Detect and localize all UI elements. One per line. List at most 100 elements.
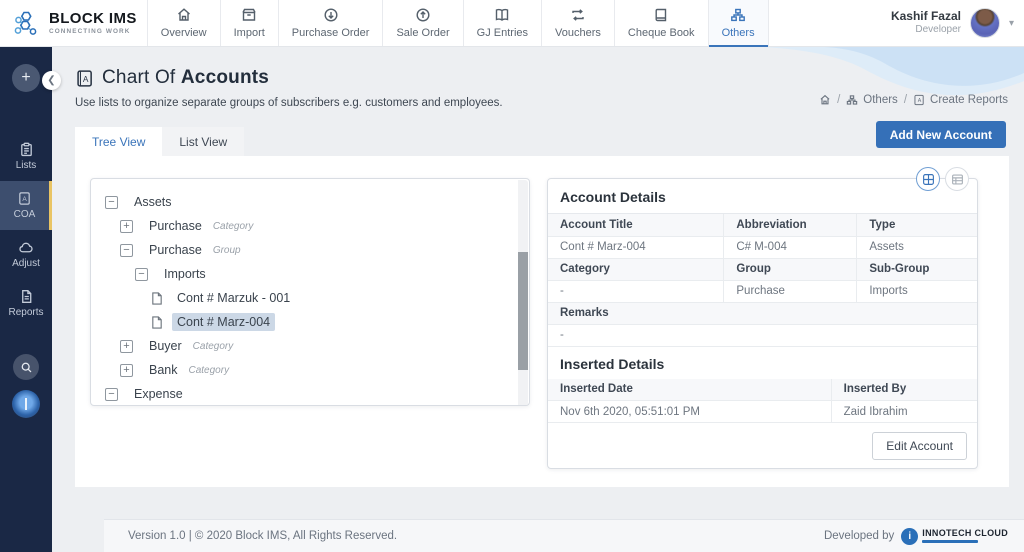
scrollbar-track[interactable]: [518, 180, 528, 406]
sidebar-item-label: COA: [14, 209, 36, 220]
breadcrumb-home[interactable]: [819, 94, 831, 106]
tree-node-label[interactable]: Bank: [144, 361, 183, 379]
type-label: Type: [857, 214, 977, 236]
nav-item-label: Cheque Book: [628, 27, 695, 39]
tree-node-purchase-group[interactable]: − Purchase Group: [91, 238, 529, 262]
inserted-details-table: Inserted Date Inserted By Nov 6th 2020, …: [548, 379, 977, 424]
account-title-label: Account Title: [548, 214, 724, 236]
collapse-toggle-icon[interactable]: −: [135, 268, 148, 281]
innotech-tagline-bar: [922, 540, 978, 543]
user-name: Kashif Fazal: [891, 10, 961, 24]
nav-item-import[interactable]: Import: [220, 0, 278, 46]
nav-item-others[interactable]: Others: [708, 0, 769, 46]
breadcrumb-separator: /: [837, 94, 840, 106]
repeat-icon: [570, 7, 586, 23]
user-menu[interactable]: Kashif Fazal Developer ▾: [891, 0, 1024, 46]
brand-subtitle: CONNECTING WORK: [49, 29, 137, 35]
sidebar-item-label: Lists: [16, 160, 37, 171]
tree-node-label[interactable]: Assets: [129, 193, 177, 211]
tab-tree-view[interactable]: Tree View: [75, 127, 162, 156]
breadcrumb-others[interactable]: Others: [846, 94, 898, 106]
expand-toggle-icon[interactable]: +: [120, 220, 133, 233]
breadcrumb-create-reports[interactable]: A Create Reports: [913, 94, 1008, 106]
top-navigation-bar: BLOCK IMS CONNECTING WORK Overview Impor…: [0, 0, 1024, 47]
tree-node-cont-marzuk-001[interactable]: Cont # Marzuk - 001: [91, 286, 529, 310]
expand-toggle-icon[interactable]: +: [120, 340, 133, 353]
developed-by-text: Developed by: [824, 530, 894, 542]
tree-node-purchase-category[interactable]: + Purchase Category: [91, 214, 529, 238]
expand-toggle-icon[interactable]: +: [120, 364, 133, 377]
svg-text:A: A: [22, 196, 27, 203]
account-details-title: Account Details: [548, 179, 977, 214]
tree-node-label[interactable]: Imports: [159, 265, 211, 283]
tree-node-type: Category: [193, 341, 234, 352]
innotech-cloud-logo[interactable]: i INNOTECH CLOUD: [901, 528, 1008, 545]
tree-node-label[interactable]: Cont # Marzuk - 001: [172, 289, 295, 307]
breadcrumb-label: Others: [863, 94, 898, 106]
group-value: Purchase: [724, 280, 857, 302]
tree-node-imports[interactable]: − Imports: [91, 262, 529, 286]
innotech-badge-icon[interactable]: [12, 390, 40, 418]
collapse-toggle-icon[interactable]: −: [105, 196, 118, 209]
nav-item-label: Vouchers: [555, 27, 601, 39]
cloud-icon: [18, 240, 34, 255]
nav-item-gj-entries[interactable]: GJ Entries: [463, 0, 541, 46]
inserted-details-title: Inserted Details: [548, 347, 977, 379]
add-button-circle[interactable]: +: [12, 64, 40, 92]
sidebar-item-coa[interactable]: A COA: [0, 181, 52, 230]
nav-item-sale-order[interactable]: Sale Order: [382, 0, 462, 46]
grid-view-button[interactable]: [916, 167, 940, 191]
svg-text:A: A: [918, 98, 922, 104]
abbreviation-label: Abbreviation: [724, 214, 857, 236]
category-label: Category: [548, 258, 724, 280]
tree-node-label[interactable]: Expense: [129, 385, 188, 403]
tree-node-label[interactable]: Buyer: [144, 337, 187, 355]
tree-node-label[interactable]: Purchase: [144, 217, 207, 235]
table-header-row: Account Title Abbreviation Type: [548, 214, 977, 236]
sidebar-item-reports[interactable]: Reports: [0, 279, 52, 328]
tree-node-buyer-category[interactable]: + Buyer Category: [91, 334, 529, 358]
tree-node-cont-marz-004[interactable]: Cont # Marz-004: [91, 310, 529, 334]
arrow-up-circle-icon: [415, 7, 431, 23]
sidebar-item-label: Reports: [8, 307, 43, 318]
scrollbar-thumb[interactable]: [518, 252, 528, 370]
sidebar-item-lists[interactable]: Lists: [0, 132, 52, 181]
tree-node-assets[interactable]: − Assets: [91, 190, 529, 214]
nav-item-overview[interactable]: Overview: [147, 0, 220, 46]
page-subtitle: Use lists to organize separate groups of…: [75, 97, 503, 109]
file-icon: [151, 316, 163, 329]
innotech-logo-text: INNOTECH CLOUD: [922, 529, 1008, 538]
sidebar-item-label: Adjust: [12, 258, 40, 269]
add-new-account-button[interactable]: Add New Account: [876, 121, 1006, 148]
collapse-toggle-icon[interactable]: −: [105, 388, 118, 401]
footer: Version 1.0 | © 2020 Block IMS, All Righ…: [104, 519, 1024, 552]
search-button[interactable]: [13, 354, 39, 380]
tree-node-label[interactable]: Purchase: [144, 241, 207, 259]
table-value-row: Cont # Marz-004 C# M-004 Assets: [548, 236, 977, 258]
nav-item-purchase-order[interactable]: Purchase Order: [278, 0, 383, 46]
brand-logo[interactable]: BLOCK IMS CONNECTING WORK: [0, 0, 147, 46]
nav-item-cheque-book[interactable]: Cheque Book: [614, 0, 708, 46]
sidebar-item-adjust[interactable]: Adjust: [0, 230, 52, 279]
nav-item-label: Purchase Order: [292, 27, 370, 39]
nav-item-vouchers[interactable]: Vouchers: [541, 0, 614, 46]
tree-node-expense[interactable]: − Expense: [91, 382, 529, 406]
collapse-toggle-icon[interactable]: −: [120, 244, 133, 257]
book-icon: [653, 7, 669, 23]
brand-title: BLOCK IMS: [49, 11, 137, 26]
table-header-row: Inserted Date Inserted By: [548, 379, 977, 401]
avatar[interactable]: [970, 8, 1000, 38]
account-card-icon: A: [17, 191, 32, 206]
tree-node-label-selected[interactable]: Cont # Marz-004: [172, 313, 275, 331]
nav-item-label: Others: [722, 27, 755, 39]
chevron-down-icon[interactable]: ▾: [1009, 18, 1014, 29]
block-ims-logo-icon: [12, 8, 42, 38]
tab-list-view[interactable]: List View: [162, 127, 244, 156]
main-content: A Chart Of Accounts Use lists to organiz…: [52, 47, 1024, 552]
file-icon: [151, 292, 163, 305]
notebook-icon: A: [913, 94, 925, 106]
tree-node-bank-category[interactable]: + Bank Category: [91, 358, 529, 382]
list-view-button[interactable]: [945, 167, 969, 191]
collapse-sidebar-icon[interactable]: ❮: [42, 71, 61, 90]
edit-account-button[interactable]: Edit Account: [872, 432, 967, 460]
